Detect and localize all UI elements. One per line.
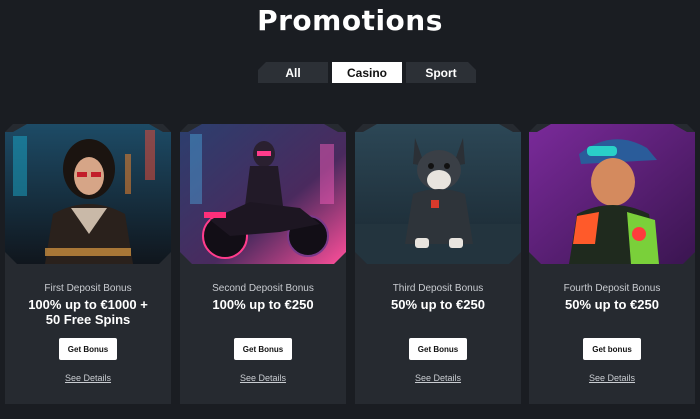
see-details-link[interactable]: See Details [529, 373, 695, 383]
get-bonus-button[interactable]: Get bonus [583, 338, 641, 360]
card-subtitle: Second Deposit Bonus [212, 283, 314, 294]
see-details-link[interactable]: See Details [355, 373, 521, 383]
card-title: 50% up to €250 [565, 297, 659, 312]
get-bonus-button[interactable]: Get Bonus [59, 338, 117, 360]
promo-card-first-deposit: First Deposit Bonus 100% up to €1000 + 5… [5, 124, 171, 404]
card-image-motorcycle-rider [180, 124, 346, 264]
see-details-link[interactable]: See Details [5, 373, 171, 383]
promo-cards: First Deposit Bonus 100% up to €1000 + 5… [5, 124, 695, 404]
card-title: 100% up to €250 [212, 297, 314, 312]
card-subtitle: First Deposit Bonus [44, 283, 132, 294]
see-details-link[interactable]: See Details [180, 373, 346, 383]
promo-card-third-deposit: Third Deposit Bonus 50% up to €250 Get B… [355, 124, 521, 404]
card-image-cap-boy [529, 124, 695, 264]
promo-card-second-deposit: Second Deposit Bonus 100% up to €250 Get… [180, 124, 346, 404]
card-image-cyber-woman [5, 124, 171, 264]
card-subtitle: Fourth Deposit Bonus [563, 283, 661, 294]
page-title: Promotions [257, 4, 443, 37]
promo-tabs: All Casino Sport [258, 62, 478, 83]
get-bonus-button[interactable]: Get Bonus [409, 338, 467, 360]
get-bonus-button[interactable]: Get Bonus [234, 338, 292, 360]
card-title: 100% up to €1000 + 50 Free Spins [28, 297, 148, 327]
card-title: 50% up to €250 [391, 297, 485, 312]
tab-sport[interactable]: Sport [406, 62, 476, 83]
promo-card-fourth-deposit: Fourth Deposit Bonus 50% up to €250 Get … [529, 124, 695, 404]
card-image-robot-dog [355, 124, 521, 264]
card-subtitle: Third Deposit Bonus [392, 283, 484, 294]
tab-casino[interactable]: Casino [332, 62, 402, 83]
tab-all[interactable]: All [258, 62, 328, 83]
